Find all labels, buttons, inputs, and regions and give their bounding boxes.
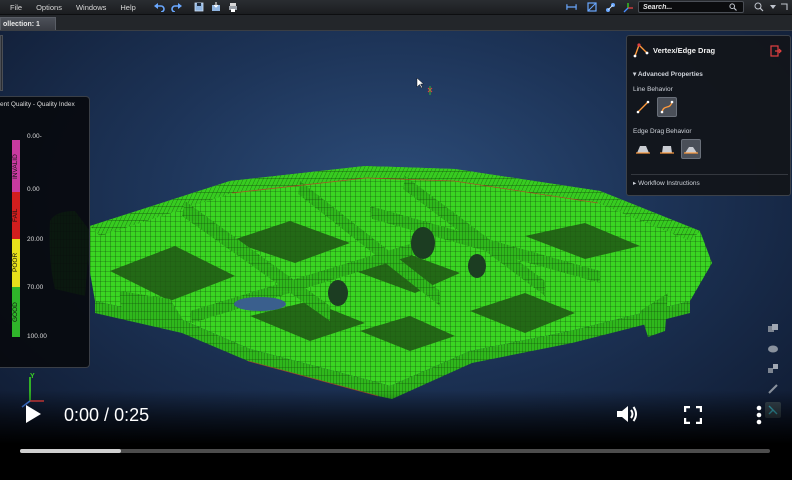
- line-straight-button[interactable]: [633, 97, 653, 117]
- video-progress-bar[interactable]: [20, 449, 770, 453]
- axis-y-label: Y: [30, 373, 35, 380]
- tab-collection[interactable]: ollection: 1: [0, 17, 56, 30]
- view-icon[interactable]: [586, 2, 597, 13]
- menu-bar: File Options Windows Help: [0, 0, 792, 15]
- video-progress-fill: [20, 449, 122, 453]
- vertex-edge-drag-panel: Vertex/Edge Drag ▾ Advanced Properties L…: [626, 35, 791, 196]
- cursor-icon: [416, 77, 433, 95]
- line-behavior-label: Line Behavior: [633, 86, 673, 93]
- line-curved-button[interactable]: [657, 97, 677, 117]
- legend-label-poor: POOR: [12, 252, 19, 272]
- panel-divider: [631, 174, 788, 175]
- axes-icon[interactable]: [623, 2, 634, 13]
- edge-drag-option-3-button[interactable]: [681, 139, 701, 159]
- redo-icon[interactable]: [171, 2, 182, 13]
- search-box: [638, 1, 744, 13]
- help-icon[interactable]: [753, 2, 764, 13]
- legend-label-good: GOOD: [12, 302, 19, 322]
- time-separator: /: [99, 405, 115, 425]
- duration: 0:25: [114, 405, 150, 425]
- legend-value: 0.00-: [27, 133, 42, 140]
- tab-strip: ollection: 1: [0, 15, 792, 31]
- side-tool-2-icon[interactable]: [765, 341, 781, 357]
- edge-drag-behavior-label: Edge Drag Behavior: [633, 128, 692, 135]
- menu-windows[interactable]: Windows: [69, 3, 113, 12]
- advanced-properties-header[interactable]: ▾ Advanced Properties: [633, 70, 703, 78]
- fold-icon[interactable]: [778, 2, 789, 13]
- legend-label-fail: FAIL: [12, 208, 19, 222]
- legend-label-invalid: INVALID: [12, 154, 19, 180]
- search-icon[interactable]: [729, 2, 739, 12]
- menu-help[interactable]: Help: [113, 3, 142, 12]
- video-controls: 0:00 / 0:25: [0, 390, 792, 480]
- side-tool-1-icon[interactable]: [765, 321, 781, 337]
- legend-value: 20.00: [27, 236, 44, 243]
- print-icon[interactable]: [228, 2, 239, 13]
- edge-drag-option-2-button[interactable]: [657, 139, 677, 159]
- import-icon[interactable]: [211, 2, 222, 13]
- panel-title: Vertex/Edge Drag: [653, 46, 716, 55]
- side-tool-3-icon[interactable]: [765, 361, 781, 377]
- exit-icon[interactable]: [770, 44, 782, 57]
- menu-file[interactable]: File: [0, 3, 29, 12]
- vertex-edge-drag-icon: [633, 42, 649, 58]
- playback-time: 0:00 / 0:25: [64, 405, 149, 426]
- legend-title: ent Quality - Quality Index: [0, 101, 75, 108]
- search-input[interactable]: [639, 3, 729, 11]
- application-window: File Options Windows Help ollection: 1: [0, 0, 792, 480]
- legend-value: 70.00: [27, 284, 44, 291]
- fullscreen-icon[interactable]: [683, 405, 703, 425]
- menu-options[interactable]: Options: [29, 3, 69, 12]
- chevron-down-icon[interactable]: [767, 2, 778, 13]
- edge-drag-option-1-button[interactable]: [633, 139, 653, 159]
- volume-icon[interactable]: [615, 403, 639, 425]
- more-icon[interactable]: [754, 404, 764, 426]
- measure-icon[interactable]: [566, 2, 577, 13]
- play-icon[interactable]: [22, 403, 44, 425]
- transform-icon[interactable]: [605, 2, 616, 13]
- legend-value: 0.00: [27, 186, 40, 193]
- current-time: 0:00: [64, 405, 100, 425]
- graphics-viewport[interactable]: ent Quality - Quality Index INVALID FAIL…: [0, 31, 792, 446]
- save-icon[interactable]: [194, 2, 205, 13]
- workflow-instructions-header[interactable]: ▸ Workflow Instructions: [633, 179, 700, 187]
- undo-icon[interactable]: [153, 2, 165, 13]
- quality-legend[interactable]: ent Quality - Quality Index INVALID FAIL…: [0, 96, 90, 368]
- legend-value: 100.00: [27, 333, 47, 340]
